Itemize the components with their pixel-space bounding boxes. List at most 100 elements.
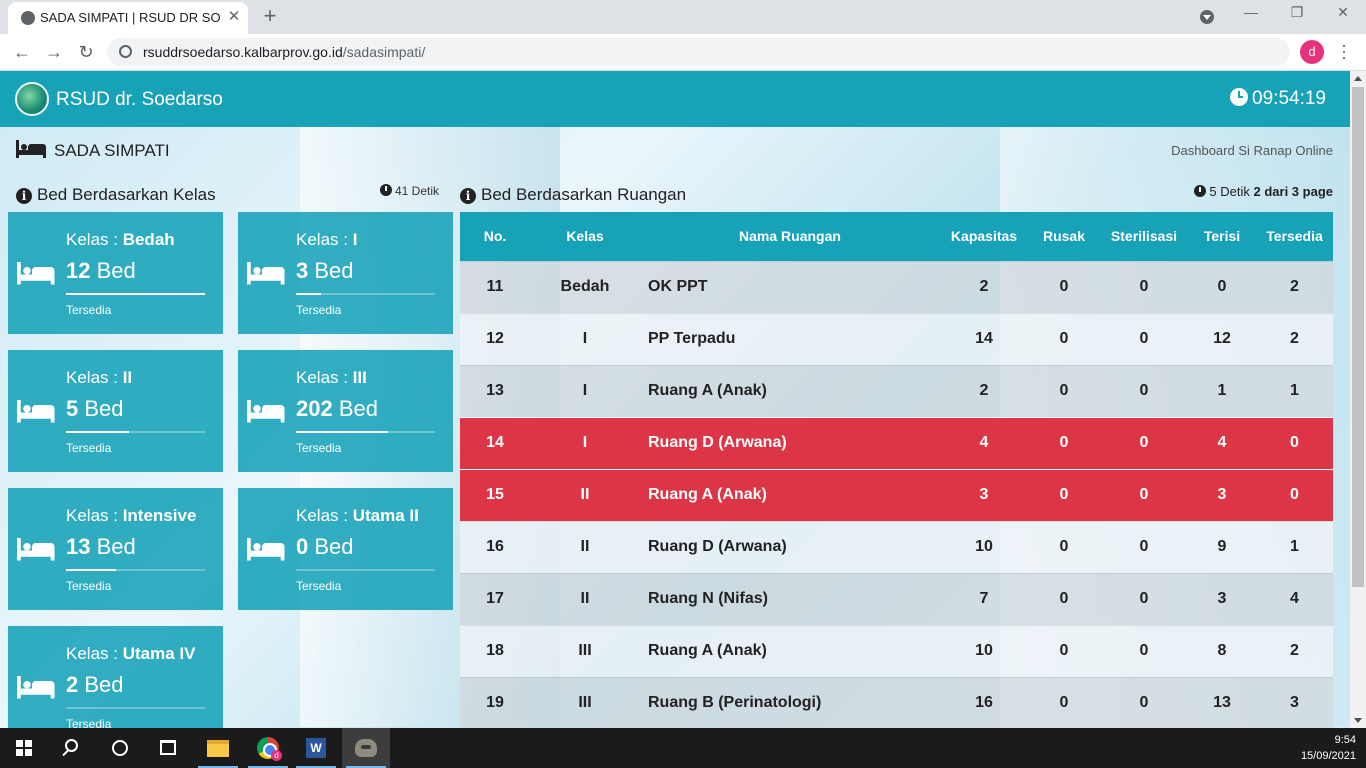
site-info-icon[interactable]: [119, 45, 132, 58]
system-date: 15/09/2021: [1300, 750, 1356, 762]
cell-nama: OK PPT: [640, 260, 940, 313]
cell-rusak: 0: [1028, 572, 1100, 625]
reload-icon[interactable]: ↻: [74, 41, 98, 65]
cell-no: 14: [460, 416, 530, 469]
kelas-name: I: [352, 230, 358, 249]
bed-count: 3 Bed: [296, 258, 354, 284]
file-explorer-button[interactable]: [194, 728, 242, 768]
cell-kelas: I: [530, 364, 640, 417]
word-taskbar-button[interactable]: W: [292, 728, 340, 768]
browser-menu-icon[interactable]: · · ·: [1338, 36, 1350, 66]
cell-tersedia: 4: [1256, 572, 1333, 625]
cell-rusak: 0: [1028, 364, 1100, 417]
cell-terisi: 3: [1188, 468, 1256, 521]
new-tab-button[interactable]: +: [258, 5, 282, 29]
cell-sterilisasi: 0: [1100, 676, 1188, 728]
forward-icon[interactable]: →: [42, 41, 66, 65]
table-body: 11 Bedah OK PPT 2 0 0 0 2 12 I PP Terpadu 14 0 0 12 2 13…: [460, 260, 1333, 728]
cortana-button[interactable]: [96, 728, 144, 768]
cell-rusak: 0: [1028, 468, 1100, 521]
availability-bar-fill: [66, 293, 205, 295]
scrollbar-thumb[interactable]: [1352, 87, 1364, 587]
start-button[interactable]: [0, 728, 48, 768]
cell-rusak: 0: [1028, 260, 1100, 313]
browser-toolbar: ← → ↻ rsuddrsoedarso.kalbarprov.go.id/sa…: [0, 34, 1366, 71]
tab-search-icon[interactable]: [1200, 10, 1214, 24]
header-clock: 09:54:19: [1230, 88, 1326, 110]
bed-icon: [17, 400, 55, 423]
availability-bar: [296, 431, 435, 433]
kelas-timer: 41 Detik: [380, 184, 439, 198]
cell-terisi: 0: [1188, 260, 1256, 313]
cell-no: 17: [460, 572, 530, 625]
search-button[interactable]: [48, 728, 96, 768]
system-time: 9:54: [1334, 734, 1356, 746]
cell-kelas: II: [530, 572, 640, 625]
bed-count-value: 2: [66, 672, 79, 697]
scroll-down-icon[interactable]: [1354, 718, 1362, 723]
cell-terisi: 12: [1188, 312, 1256, 365]
cortana-icon: [112, 740, 128, 756]
bed-unit: Bed: [308, 534, 354, 559]
availability-bar-fill: [296, 293, 322, 295]
cell-kelas: II: [530, 468, 640, 521]
kelas-name: Intensive: [122, 506, 197, 525]
cell-sterilisasi: 0: [1100, 260, 1188, 313]
window-close-button[interactable]: ✕: [1320, 4, 1366, 21]
column-header: Sterilisasi: [1100, 212, 1188, 261]
bed-icon: [17, 262, 55, 285]
tab-close-icon[interactable]: ✕: [225, 8, 243, 26]
cell-no: 16: [460, 520, 530, 573]
ruangan-paging: 2 dari 3 page: [1253, 184, 1333, 199]
ruangan-heading-text: Bed Berdasarkan Ruangan: [481, 185, 687, 204]
bed-unit: Bed: [90, 534, 136, 559]
kelas-card: Kelas : Bedah 12 Bed Tersedia: [8, 212, 223, 334]
kelas-title: Kelas : Utama IV: [66, 644, 195, 664]
kelas-title: Kelas : I: [296, 230, 357, 250]
table-row: 11 Bedah OK PPT 2 0 0 0 2: [460, 260, 1333, 313]
chrome-taskbar-button[interactable]: d: [244, 728, 292, 768]
app-header: RSUD dr. Soedarso 09:54:19: [0, 71, 1350, 127]
globe-icon: [21, 11, 35, 25]
cell-no: 11: [460, 260, 530, 313]
kelas-prefix: Kelas :: [66, 644, 123, 663]
clock-time: 09:54:19: [1252, 88, 1326, 109]
minimize-button[interactable]: —: [1228, 4, 1274, 20]
cell-tersedia: 1: [1256, 520, 1333, 573]
availability-bar: [66, 707, 205, 709]
cell-no: 18: [460, 624, 530, 677]
scroll-up-icon[interactable]: [1354, 76, 1362, 81]
back-icon[interactable]: ←: [10, 41, 34, 65]
cell-sterilisasi: 0: [1100, 520, 1188, 573]
gimp-icon: [355, 739, 377, 757]
kelas-name: Utama IV: [122, 644, 196, 663]
bed-unit: Bed: [78, 672, 124, 697]
kelas-title: Kelas : Bedah: [66, 230, 175, 250]
cell-nama: Ruang D (Arwana): [640, 520, 940, 573]
kelas-card: Kelas : I 3 Bed Tersedia: [238, 212, 453, 334]
url-path: /sadasimpati/: [342, 44, 426, 60]
page-scrollbar[interactable]: [1350, 71, 1366, 728]
kelas-card: Kelas : Utama IV 2 Bed Tersedia: [8, 626, 223, 728]
bed-count: 2 Bed: [66, 672, 124, 698]
bed-count-value: 13: [66, 534, 91, 559]
cell-nama: Ruang A (Anak): [640, 624, 940, 677]
browser-tab[interactable]: SADA SIMPATI | RSUD DR SO ✕: [8, 2, 248, 34]
cell-rusak: 0: [1028, 676, 1100, 728]
system-clock[interactable]: 9:54 15/09/2021: [1301, 732, 1356, 764]
cell-no: 12: [460, 312, 530, 365]
task-view-button[interactable]: [144, 728, 192, 768]
kelas-heading: i Bed Berdasarkan Kelas: [16, 185, 216, 205]
cell-nama: Ruang N (Nifas): [640, 572, 940, 625]
cell-tersedia: 3: [1256, 676, 1333, 728]
cell-rusak: 0: [1028, 416, 1100, 469]
gimp-taskbar-button[interactable]: [342, 728, 390, 768]
availability-bar-fill: [66, 431, 129, 433]
table-header-row: No. Kelas Nama Ruangan Kapasitas Rusak Steril…: [460, 212, 1333, 261]
address-bar[interactable]: rsuddrsoedarso.kalbarprov.go.id/sadasimp…: [107, 38, 1290, 66]
restore-button[interactable]: ❐: [1274, 4, 1320, 21]
cell-rusak: 0: [1028, 624, 1100, 677]
bed-unit: Bed: [332, 396, 378, 421]
profile-avatar[interactable]: d: [1300, 40, 1324, 64]
url-host: rsuddrsoedarso.kalbarprov.go.id: [143, 44, 343, 60]
